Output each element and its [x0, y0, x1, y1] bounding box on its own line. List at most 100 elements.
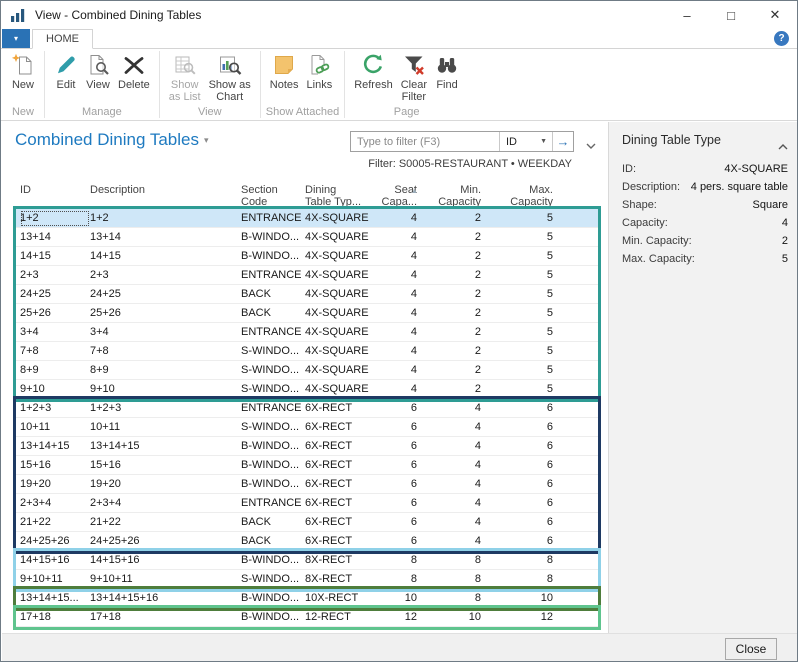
cell-max[interactable]: 5	[481, 345, 553, 357]
cell-description[interactable]: 1+2+3	[90, 402, 241, 414]
cell-type[interactable]: 4X-SQUARE	[305, 269, 375, 281]
cell-max[interactable]: 6	[481, 402, 553, 414]
page-title[interactable]: Combined Dining Tables▾	[15, 130, 209, 150]
cell-min[interactable]: 2	[417, 212, 481, 224]
cell-seat[interactable]: 4	[375, 250, 417, 262]
cell-max[interactable]: 5	[481, 231, 553, 243]
cell-seat[interactable]: 4	[375, 364, 417, 376]
cell-section[interactable]: BACK	[241, 288, 305, 300]
close-window-button[interactable]: ✕	[753, 1, 797, 29]
cell-max[interactable]: 8	[481, 573, 553, 585]
table-row[interactable]: 17+1817+18B-WINDO...12-RECT121012	[13, 608, 601, 627]
table-row[interactable]: 1+21+2ENTRANCE4X-SQUARE425	[13, 209, 601, 228]
cell-id[interactable]: 13+14+15	[20, 440, 90, 452]
cell-min[interactable]: 4	[417, 497, 481, 509]
cell-type[interactable]: 4X-SQUARE	[305, 345, 375, 357]
cell-description[interactable]: 24+25+26	[90, 535, 241, 547]
cell-max[interactable]: 6	[481, 421, 553, 433]
delete-button[interactable]: Delete	[114, 51, 154, 93]
cell-id[interactable]: 13+14	[20, 231, 90, 243]
cell-description[interactable]: 10+11	[90, 421, 241, 433]
cell-description[interactable]: 14+15	[90, 250, 241, 262]
cell-seat[interactable]: 4	[375, 269, 417, 281]
cell-id[interactable]: 9+10	[20, 383, 90, 395]
table-row[interactable]: 14+15+1614+15+16B-WINDO...8X-RECT888	[13, 551, 601, 570]
cell-id[interactable]: 8+9	[20, 364, 90, 376]
cell-min[interactable]: 2	[417, 269, 481, 281]
cell-id[interactable]: 14+15	[20, 250, 90, 262]
cell-min[interactable]: 4	[417, 402, 481, 414]
cell-type[interactable]: 4X-SQUARE	[305, 212, 375, 224]
cell-description[interactable]: 3+4	[90, 326, 241, 338]
cell-max[interactable]: 6	[481, 516, 553, 528]
table-row[interactable]: 8+98+9S-WINDO...4X-SQUARE425	[13, 361, 601, 380]
view-button[interactable]: View	[82, 51, 114, 93]
cell-min[interactable]: 4	[417, 440, 481, 452]
cell-max[interactable]: 10	[481, 592, 553, 604]
cell-seat[interactable]: 10	[375, 592, 417, 604]
cell-max[interactable]: 6	[481, 459, 553, 471]
cell-id[interactable]: 25+26	[20, 307, 90, 319]
cell-max[interactable]: 6	[481, 535, 553, 547]
table-row[interactable]: 24+25+2624+25+26BACK6X-RECT646	[13, 532, 601, 551]
cell-section[interactable]: ENTRANCE	[241, 269, 305, 281]
cell-description[interactable]: 2+3+4	[90, 497, 241, 509]
help-icon[interactable]: ?	[774, 31, 789, 46]
cell-type[interactable]: 4X-SQUARE	[305, 250, 375, 262]
cell-min[interactable]: 8	[417, 592, 481, 604]
column-header-id[interactable]: ID	[20, 183, 90, 209]
cell-min[interactable]: 4	[417, 535, 481, 547]
cell-id[interactable]: 9+10+11	[20, 573, 90, 585]
cell-id[interactable]: 19+20	[20, 478, 90, 490]
cell-section[interactable]: ENTRANCE	[241, 402, 305, 414]
cell-id[interactable]: 2+3	[20, 269, 90, 281]
cell-id[interactable]: 21+22	[20, 516, 90, 528]
cell-seat[interactable]: 4	[375, 307, 417, 319]
cell-seat[interactable]: 6	[375, 478, 417, 490]
table-row[interactable]: 19+2019+20B-WINDO...6X-RECT646	[13, 475, 601, 494]
cell-section[interactable]: BACK	[241, 307, 305, 319]
cell-id[interactable]: 24+25	[20, 288, 90, 300]
refresh-button[interactable]: Refresh	[350, 51, 397, 93]
show-as-chart-button[interactable]: Show as Chart	[205, 51, 255, 105]
cell-seat[interactable]: 8	[375, 573, 417, 585]
cell-seat[interactable]: 6	[375, 535, 417, 547]
table-row[interactable]: 2+32+3ENTRANCE4X-SQUARE425	[13, 266, 601, 285]
cell-section[interactable]: BACK	[241, 516, 305, 528]
table-row[interactable]: 10+1110+11S-WINDO...6X-RECT646	[13, 418, 601, 437]
filter-pane-chevron-icon[interactable]	[586, 136, 596, 154]
cell-id[interactable]: 13+14+15...	[20, 592, 90, 604]
cell-type[interactable]: 6X-RECT	[305, 516, 375, 528]
sort-ascending-icon[interactable]: ▲	[411, 186, 418, 198]
cell-section[interactable]: S-WINDO...	[241, 421, 305, 433]
cell-seat[interactable]: 4	[375, 326, 417, 338]
cell-max[interactable]: 5	[481, 250, 553, 262]
cell-min[interactable]: 2	[417, 250, 481, 262]
cell-id[interactable]: 2+3+4	[20, 497, 90, 509]
cell-seat[interactable]: 4	[375, 212, 417, 224]
cell-description[interactable]: 2+3	[90, 269, 241, 281]
cell-description[interactable]: 13+14+15+16	[90, 592, 241, 604]
cell-type[interactable]: 4X-SQUARE	[305, 326, 375, 338]
cell-seat[interactable]: 6	[375, 421, 417, 433]
cell-type[interactable]: 6X-RECT	[305, 497, 375, 509]
cell-description[interactable]: 17+18	[90, 611, 241, 623]
cell-section[interactable]: B-WINDO...	[241, 231, 305, 243]
cell-type[interactable]: 4X-SQUARE	[305, 364, 375, 376]
cell-type[interactable]: 6X-RECT	[305, 478, 375, 490]
cell-description[interactable]: 13+14	[90, 231, 241, 243]
cell-id[interactable]: 15+16	[20, 459, 90, 471]
cell-section[interactable]: S-WINDO...	[241, 383, 305, 395]
cell-type[interactable]: 6X-RECT	[305, 421, 375, 433]
cell-max[interactable]: 6	[481, 440, 553, 452]
cell-max[interactable]: 5	[481, 383, 553, 395]
table-row[interactable]: 7+87+8S-WINDO...4X-SQUARE425	[13, 342, 601, 361]
cell-max[interactable]: 6	[481, 497, 553, 509]
apply-filter-button[interactable]: →	[552, 132, 573, 151]
cell-max[interactable]: 5	[481, 364, 553, 376]
column-header-description[interactable]: Description	[90, 183, 241, 209]
cell-type[interactable]: 8X-RECT	[305, 573, 375, 585]
cell-description[interactable]: 9+10+11	[90, 573, 241, 585]
cell-id[interactable]: 17+18	[20, 611, 90, 623]
cell-seat[interactable]: 8	[375, 554, 417, 566]
